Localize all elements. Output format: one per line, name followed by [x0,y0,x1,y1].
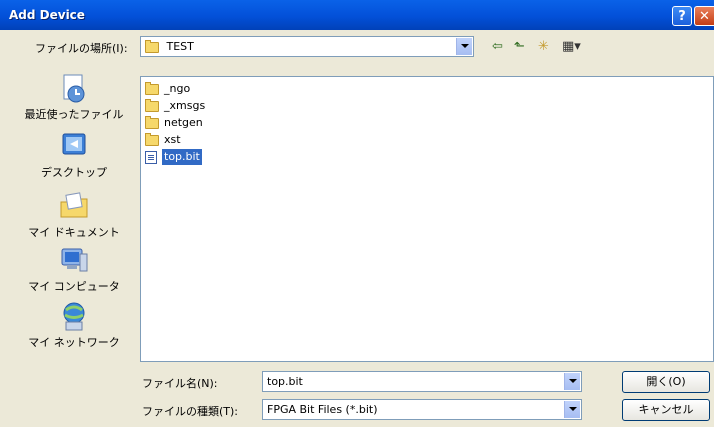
title-bar[interactable]: Add Device ? ✕ [0,0,714,30]
open-button[interactable]: 開く(O) [622,371,710,393]
place-label: マイ ドキュメント [28,226,120,239]
list-item[interactable]: xst [145,132,181,148]
file-type-value: FPGA Bit Files (*.bit) [267,403,378,416]
close-button[interactable]: ✕ [694,6,714,26]
file-name: top.bit [162,149,202,165]
file-name: _ngo [164,82,191,95]
list-item[interactable]: netgen [145,115,203,131]
chevron-down-icon[interactable] [456,38,472,55]
file-name: netgen [164,116,203,129]
folder-icon [145,115,159,129]
look-in-value: TEST [166,40,194,53]
file-type-label: ファイルの種類(T): [142,405,239,418]
bit-file-icon [145,150,157,164]
file-name-input[interactable]: top.bit [262,371,582,392]
chevron-down-icon[interactable] [564,401,580,418]
look-in-label: ファイルの場所(I): [35,42,128,55]
my-documents-icon [60,192,88,218]
back-icon[interactable]: ⇦ [492,38,503,56]
place-label: マイ コンピュータ [28,280,120,293]
file-name-value: top.bit [267,375,303,388]
list-item[interactable]: _ngo [145,81,190,97]
place-recent[interactable]: 最近使ったファイル [14,72,134,128]
place-my-network[interactable]: マイ ネットワーク [14,300,134,356]
up-folder-icon[interactable]: ⬑ [514,38,525,56]
folder-icon [145,98,159,112]
help-button[interactable]: ? [672,6,692,26]
folder-icon [145,81,159,95]
list-item-selected[interactable]: top.bit [145,149,202,165]
place-my-documents[interactable]: マイ ドキュメント [14,190,134,246]
chevron-down-icon[interactable] [564,373,580,390]
views-menu-icon[interactable]: ▦▾ [562,38,581,56]
recent-documents-icon [63,74,85,103]
file-type-dropdown[interactable]: FPGA Bit Files (*.bit) [262,399,582,420]
desktop-icon [62,133,86,155]
my-network-icon [63,302,85,331]
file-name: _xmsgs [164,99,206,112]
place-label: デスクトップ [41,166,107,179]
file-name: xst [164,133,181,146]
place-my-computer[interactable]: マイ コンピュータ [14,244,134,300]
new-folder-icon[interactable]: ✳ [538,38,549,56]
file-list[interactable]: _ngo _xmsgs netgen xst top.bit [140,76,714,362]
folder-icon [145,132,159,146]
place-desktop[interactable]: デスクトップ [14,130,134,186]
look-in-dropdown[interactable]: TEST [140,36,474,57]
place-label: 最近使ったファイル [24,108,124,121]
place-label: マイ ネットワーク [28,336,120,349]
file-name-label: ファイル名(N): [142,377,218,390]
list-item[interactable]: _xmsgs [145,98,205,114]
cancel-button[interactable]: キャンセル [622,399,710,421]
window-title: Add Device [9,8,85,22]
my-computer-icon [61,248,88,272]
folder-icon [145,39,159,53]
